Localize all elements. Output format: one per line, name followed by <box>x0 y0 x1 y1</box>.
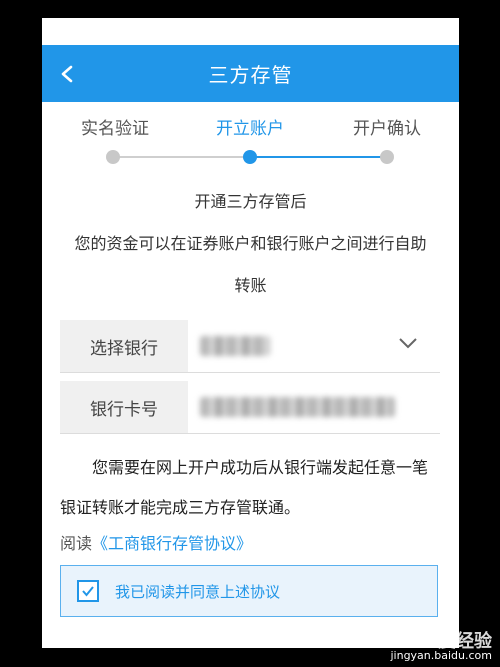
step-track-done <box>113 156 250 158</box>
transfer-notice-text: 您需要在网上开户成功后从银行端发起任意一笔银证转账才能完成三方存管联通。 <box>60 458 429 517</box>
intro-line-2: 您的资金可以在证券账户和银行账户之间进行自助 <box>74 234 427 253</box>
step-dot-verify <box>106 150 120 164</box>
bank-select-label: 选择银行 <box>60 320 188 372</box>
chevron-down-icon[interactable] <box>398 337 418 349</box>
step-label-verify: 实名验证 <box>81 119 149 139</box>
step-track-current <box>250 156 387 158</box>
watermark-url: jingyan.baidu.com <box>390 649 492 662</box>
intro-line-3: 转账 <box>234 276 267 295</box>
watermark: Bai度经验 jingyan.baidu.com <box>390 631 492 663</box>
chevron-left-icon <box>61 65 73 82</box>
back-button[interactable] <box>60 45 90 102</box>
step-indicator: 实名验证 开立账户 开户确认 <box>42 102 459 172</box>
read-agreement: 阅读《工商银行存管协议》 <box>60 530 252 554</box>
step-dot-confirm <box>380 150 394 164</box>
step-label-open-account: 开立账户 <box>216 119 284 139</box>
bank-select-row[interactable]: 选择银行 <box>60 320 440 373</box>
checkmark-icon <box>82 586 94 597</box>
blurred-bank-name <box>200 336 270 356</box>
transfer-notice: 您需要在网上开户成功后从银行端发起任意一笔银证转账才能完成三方存管联通。 <box>60 448 440 528</box>
agree-checkbox-label: 我已阅读并同意上述协议 <box>115 582 281 601</box>
agree-checkbox-row[interactable]: 我已阅读并同意上述协议 <box>60 565 438 617</box>
watermark-brand: Bai度经验 <box>405 631 492 652</box>
card-number-row[interactable]: 银行卡号 <box>60 381 440 434</box>
agreement-link[interactable]: 《工商银行存管协议》 <box>92 534 252 553</box>
account-form: 选择银行 银行卡号 <box>60 320 440 434</box>
step-label-confirm: 开户确认 <box>353 119 421 139</box>
blurred-card-number <box>200 397 395 417</box>
intro-text: 开通三方存管后 您的资金可以在证券账户和银行账户之间进行自助 转账 <box>42 188 459 296</box>
page-title: 三方存管 <box>208 63 293 87</box>
read-prefix: 阅读 <box>60 534 93 553</box>
step-dot-open-account <box>243 150 257 164</box>
agree-checkbox[interactable] <box>77 580 99 602</box>
app-screen: 三方存管 实名验证 开立账户 开户确认 开通三方存管后 您的资金可以在证券账户和… <box>42 18 459 648</box>
card-number-field[interactable] <box>188 381 440 433</box>
top-bar: 三方存管 <box>42 45 459 102</box>
status-bar-area <box>42 18 459 45</box>
card-number-label: 银行卡号 <box>60 381 188 433</box>
intro-line-1: 开通三方存管后 <box>194 192 307 211</box>
